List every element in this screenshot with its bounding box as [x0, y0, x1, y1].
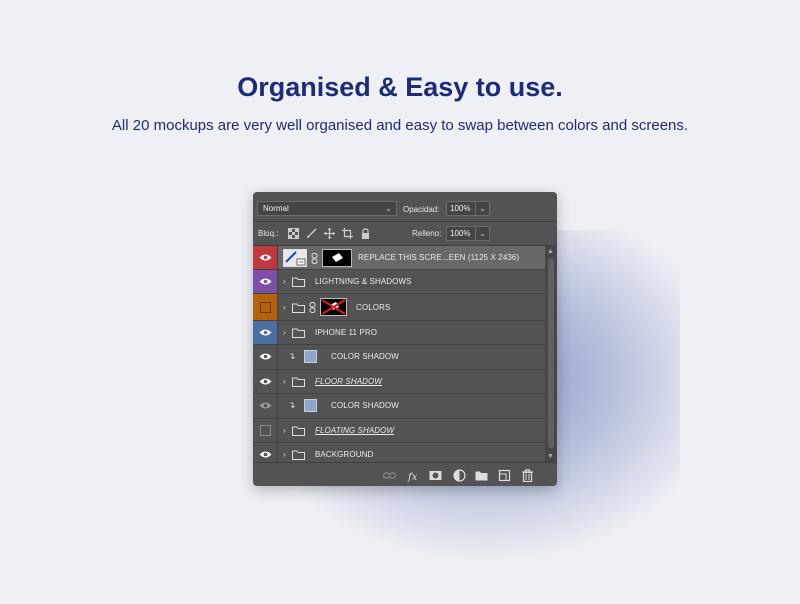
brush-icon[interactable] [306, 228, 317, 239]
layers-toolbar: fx [253, 462, 557, 486]
new-layer-icon[interactable] [498, 469, 511, 482]
folder-icon [292, 303, 305, 313]
folder-icon [292, 426, 305, 436]
layer-name: COLOR SHADOW [331, 401, 399, 410]
fill-label: Relleno: [412, 229, 442, 238]
expand-arrow-icon[interactable]: › [283, 277, 286, 286]
mask-shape-icon [332, 253, 343, 262]
eye-icon [259, 329, 272, 336]
visibility-toggle[interactable] [253, 321, 278, 344]
opacity-field[interactable]: 100% ⌄ [446, 201, 490, 216]
link-icon[interactable] [383, 469, 396, 482]
artboard-icon[interactable] [342, 228, 353, 239]
visibility-toggle[interactable] [253, 246, 278, 269]
visibility-toggle[interactable] [253, 394, 278, 418]
checker-thumbnail-icon [284, 250, 306, 266]
blend-row: Normal ⌄ Opacidad: 100% ⌄ [253, 192, 557, 222]
hidden-box-icon [260, 302, 271, 313]
visibility-toggle[interactable] [253, 370, 278, 393]
folder-icon [292, 377, 305, 387]
page-title: Organised & Easy to use. [237, 72, 563, 102]
smart-object-thumbnail[interactable] [283, 249, 307, 267]
folder-icon[interactable] [475, 469, 488, 482]
layer-row-lightning-shadows[interactable]: › LIGHTNING & SHADOWS [253, 270, 545, 294]
hidden-box-icon [260, 425, 271, 436]
eye-icon [259, 353, 272, 360]
visibility-toggle[interactable] [253, 419, 278, 442]
folder-icon [292, 450, 305, 460]
chevron-down-icon[interactable]: ⌄ [475, 202, 489, 215]
move-icon[interactable] [324, 228, 335, 239]
layer-row-floating-shadow[interactable]: › FLOATING SHADOW [253, 419, 545, 443]
opacity-value: 100% [450, 204, 471, 213]
layer-row-iphone[interactable]: › IPHONE 11 PRO [253, 321, 545, 345]
layer-name: FLOOR SHADOW [315, 377, 382, 386]
svg-text:fx: fx [407, 472, 418, 482]
mask-icon[interactable] [429, 469, 442, 482]
eye-icon [259, 378, 272, 385]
chain-link-icon[interactable] [309, 302, 316, 313]
blend-mode-value: Normal [263, 204, 289, 213]
folder-icon [292, 277, 305, 287]
visibility-toggle[interactable] [253, 270, 278, 293]
layer-mask-thumbnail[interactable] [322, 249, 352, 267]
layers-panel: Normal ⌄ Opacidad: 100% ⌄ Bloq.: Relleno… [253, 192, 557, 486]
expand-arrow-icon[interactable]: › [283, 328, 286, 337]
lock-transparent-icon[interactable] [288, 228, 299, 239]
fill-field[interactable]: 100% ⌄ [446, 226, 490, 241]
clipping-arrow-icon: ↴ [288, 400, 296, 410]
layer-row-floor-shadow[interactable]: › FLOOR SHADOW [253, 370, 545, 394]
visibility-toggle[interactable] [253, 294, 278, 320]
visibility-toggle[interactable] [253, 345, 278, 369]
opacity-label: Opacidad: [403, 205, 440, 214]
lock-row: Bloq.: Relleno: 100% ⌄ [253, 222, 557, 246]
eye-icon [259, 451, 272, 458]
layers-list: REPLACE THIS SCRE...EEN (1125 X 2436) › … [253, 246, 545, 465]
expand-arrow-icon[interactable]: › [283, 450, 286, 459]
layer-name: COLOR SHADOW [331, 352, 399, 361]
layer-name: REPLACE THIS SCRE...EEN (1125 X 2436) [358, 253, 520, 262]
eye-icon [259, 254, 272, 261]
page-subtitle: All 20 mockups are very well organised a… [111, 117, 689, 134]
scroll-thumb[interactable] [548, 258, 554, 448]
scroll-up-icon[interactable]: ▲ [547, 248, 554, 255]
folder-icon [292, 328, 305, 338]
expand-arrow-icon[interactable]: › [283, 377, 286, 386]
layer-name: LIGHTNING & SHADOWS [315, 277, 412, 286]
blend-mode-select[interactable]: Normal ⌄ [257, 201, 397, 216]
layer-row-colors[interactable]: › COLORS [253, 294, 545, 321]
chevron-down-icon[interactable]: ⌄ [475, 227, 489, 240]
clipping-arrow-icon: ↴ [288, 351, 296, 361]
layer-row-color-shadow[interactable]: ↴ COLOR SHADOW [253, 345, 545, 370]
chevron-down-icon: ⌄ [385, 204, 392, 213]
layer-row-color-shadow-2[interactable]: ↴ COLOR SHADOW [253, 394, 545, 419]
chain-link-icon[interactable] [311, 253, 318, 264]
layer-name: IPHONE 11 PRO [315, 328, 378, 337]
layers-scrollbar[interactable]: ▲ ▼ [545, 246, 557, 462]
eye-icon [259, 278, 272, 285]
group-mask-thumbnail[interactable] [320, 298, 347, 316]
disabled-mask-icon [321, 299, 346, 315]
layer-name: BACKGROUND [315, 450, 374, 459]
eye-icon [259, 402, 272, 409]
expand-arrow-icon[interactable]: › [283, 303, 286, 312]
layer-name: COLORS [356, 303, 391, 312]
fx-icon[interactable]: fx [407, 469, 420, 482]
lock-label: Bloq.: [258, 229, 279, 238]
adjustment-icon[interactable] [453, 469, 466, 482]
fill-swatch-thumbnail[interactable] [304, 350, 317, 363]
expand-arrow-icon[interactable]: › [283, 426, 286, 435]
lock-icon[interactable] [360, 228, 371, 239]
fill-value: 100% [450, 229, 471, 238]
layer-row-replace-screen[interactable]: REPLACE THIS SCRE...EEN (1125 X 2436) [253, 246, 545, 270]
layer-name: FLOATING SHADOW [315, 426, 395, 435]
scroll-down-icon[interactable]: ▼ [547, 453, 554, 460]
trash-icon[interactable] [521, 469, 534, 482]
fill-swatch-thumbnail[interactable] [304, 399, 317, 412]
